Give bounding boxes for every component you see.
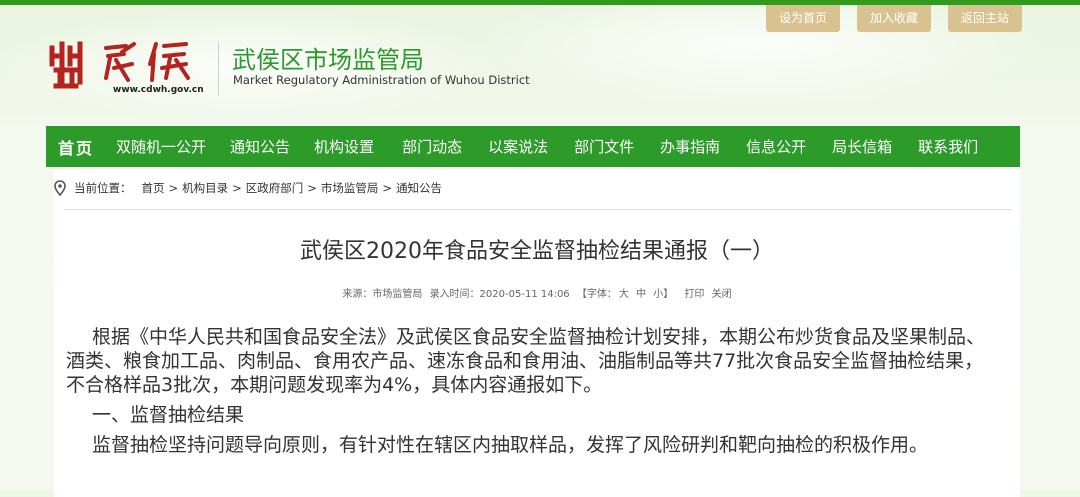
nav-item-department-files[interactable]: 部门文件 <box>548 136 634 157</box>
breadcrumb: 当前位置： 首页 > 机构目录 > 区政府部门 > 市场监管局 > 通知公告 <box>54 177 442 199</box>
return-main-site-link[interactable]: 返回主站 <box>947 5 1022 32</box>
print-button[interactable]: 打印 <box>684 289 704 300</box>
site-title: 武侯区市场监管局 <box>232 46 424 74</box>
nav-item-home[interactable]: 首页 <box>46 135 104 159</box>
content-panel: 当前位置： 首页 > 机构目录 > 区政府部门 > 市场监管局 > 通知公告 武… <box>54 167 1020 497</box>
nav-item-notices[interactable]: 通知公告 <box>206 136 290 157</box>
nav-item-case-law[interactable]: 以案说法 <box>462 136 548 157</box>
breadcrumb-separator: > <box>382 181 393 195</box>
breadcrumb-separator: > <box>232 181 242 195</box>
article-source: 来源：市场监管局 <box>342 289 423 300</box>
logo-url-text: www.cdwh.gov.cn <box>113 85 204 95</box>
close-button[interactable]: 关闭 <box>712 289 732 300</box>
font-size-medium-button[interactable]: 中 <box>636 289 646 300</box>
breadcrumb-gov-departments[interactable]: 区政府部门 <box>246 180 304 196</box>
logo-divider <box>218 42 219 96</box>
article-paragraph: 监督抽检坚持问题导向原则，有针对性在辖区内抽取样品，发挥了风险研判和靶向抽检的积… <box>92 434 929 456</box>
breadcrumb-notices[interactable]: 通知公告 <box>396 180 442 196</box>
article-body: 根据《中华人民共和国食品安全法》及武侯区食品安全监督抽检计划安排，本期公布炒货食… <box>66 325 1001 457</box>
font-size-label: 【字体： <box>576 289 617 300</box>
breadcrumb-separator: > <box>307 181 317 195</box>
breadcrumb-home[interactable]: 首页 <box>142 180 165 196</box>
article-paragraph: 根据《中华人民共和国食品安全法》及武侯区食品安全监督抽检计划安排，本期公布炒货食… <box>66 326 986 396</box>
breadcrumb-label: 当前位置： <box>74 181 132 195</box>
breadcrumb-separator: > <box>168 181 179 195</box>
location-pin-icon <box>54 180 66 197</box>
nav-item-service-guide[interactable]: 办事指南 <box>634 136 720 157</box>
add-favorite-link[interactable]: 加入收藏 <box>856 5 931 32</box>
top-links: 设为首页 加入收藏 返回主站 <box>765 5 1022 32</box>
article-time: 录入时间：2020-05-11 14:06 <box>429 289 570 300</box>
main-nav: 首页 双随机一公开 通知公告 机构设置 部门动态 以案说法 部门文件 办事指南 … <box>46 126 1020 167</box>
nav-item-contact-us[interactable]: 联系我们 <box>892 136 978 157</box>
article-meta: 来源：市场监管局 录入时间：2020-05-11 14:06 【字体：大 中 小… <box>54 285 1020 300</box>
breadcrumb-org-directory[interactable]: 机构目录 <box>182 180 228 196</box>
site-logo[interactable]: www.cdwh.gov.cn <box>46 34 216 100</box>
nav-item-random-inspection[interactable]: 双随机一公开 <box>104 136 206 157</box>
nav-item-department-news[interactable]: 部门动态 <box>374 136 462 157</box>
breadcrumb-market-bureau[interactable]: 市场监管局 <box>321 180 379 196</box>
font-size-small-button[interactable]: 小】 <box>653 289 673 300</box>
nav-item-organization[interactable]: 机构设置 <box>290 136 374 157</box>
set-homepage-link[interactable]: 设为首页 <box>765 5 840 32</box>
article-section-heading: 一、监督抽检结果 <box>92 404 245 426</box>
font-size-large-button[interactable]: 大 <box>619 289 629 300</box>
site-subtitle: Market Regulatory Administration of Wuho… <box>233 73 530 87</box>
breadcrumb-divider <box>64 209 1012 210</box>
nav-item-info-disclosure[interactable]: 信息公开 <box>720 136 806 157</box>
nav-item-director-mailbox[interactable]: 局长信箱 <box>806 136 892 157</box>
article-title: 武侯区2020年食品安全监督抽检结果通报（一） <box>300 239 774 264</box>
